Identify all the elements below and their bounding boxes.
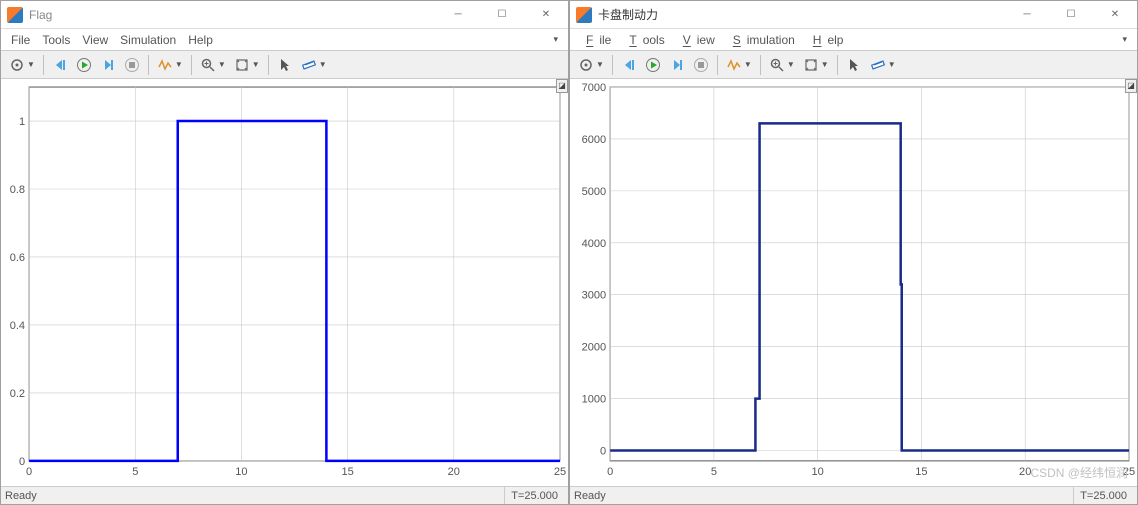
config-button[interactable]: ▼	[6, 54, 38, 76]
plot-svg: 0 5 10 15 20 25 0 1000 2000 3000 4000 5000 6000 7000	[570, 79, 1137, 486]
svg-text:10: 10	[812, 466, 824, 478]
dock-icon[interactable]: ◪	[1125, 79, 1137, 93]
status-ready: Ready	[574, 490, 606, 502]
window-title: 卡盘制动力	[598, 6, 1005, 23]
svg-text:0: 0	[26, 466, 32, 478]
plot-svg: 0 5 10 15 20 25 0 0.2 0.4 0.6 0.8 1	[1, 79, 568, 486]
window-title: Flag	[29, 8, 436, 22]
menu-view[interactable]: View	[671, 31, 721, 49]
svg-text:5: 5	[711, 466, 717, 478]
menu-simulation[interactable]: Simulation	[114, 31, 182, 49]
step-forward-button[interactable]	[666, 54, 688, 76]
svg-text:1000: 1000	[582, 394, 607, 406]
close-button[interactable]: ✕	[524, 1, 568, 29]
autoscale-button[interactable]: ▼	[800, 54, 832, 76]
signals-button[interactable]: ▼	[723, 54, 755, 76]
svg-text:20: 20	[1019, 466, 1031, 478]
app-icon	[7, 7, 23, 23]
dock-icon[interactable]: ◪	[556, 79, 568, 93]
autoscale-button[interactable]: ▼	[231, 54, 263, 76]
zoom-button[interactable]: ▼	[197, 54, 229, 76]
zoom-button[interactable]: ▼	[766, 54, 798, 76]
svg-text:10: 10	[235, 466, 247, 478]
app-icon	[576, 7, 592, 23]
run-button[interactable]	[73, 54, 95, 76]
svg-text:3000: 3000	[582, 290, 607, 302]
toolbar: ▼ ▼ ▼ ▼ ▼	[570, 51, 1137, 79]
menu-help[interactable]: Help	[801, 31, 850, 49]
svg-text:0: 0	[607, 466, 613, 478]
status-ready: Ready	[5, 490, 37, 502]
measurements-button[interactable]: ▼	[867, 54, 899, 76]
scope-window-flag: Flag ─ ☐ ✕ File Tools View Simulation He…	[0, 0, 569, 505]
step-back-button[interactable]	[49, 54, 71, 76]
titlebar[interactable]: Flag ─ ☐ ✕	[1, 1, 568, 29]
stop-button[interactable]	[690, 54, 712, 76]
statusbar: Ready T=25.000	[570, 486, 1137, 504]
svg-text:6000: 6000	[582, 134, 607, 146]
close-button[interactable]: ✕	[1093, 1, 1137, 29]
toolbar: ▼ ▼ ▼ ▼ ▼	[1, 51, 568, 79]
menu-view[interactable]: View	[76, 31, 114, 49]
svg-text:5000: 5000	[582, 186, 607, 198]
minimize-button[interactable]: ─	[1005, 1, 1049, 29]
menu-tools[interactable]: Tools	[617, 31, 670, 49]
svg-text:25: 25	[554, 466, 566, 478]
run-button[interactable]	[642, 54, 664, 76]
svg-text:0.2: 0.2	[10, 388, 25, 400]
maximize-button[interactable]: ☐	[480, 1, 524, 29]
menubar: File Tools View Simulation Help ▾	[1, 29, 568, 51]
svg-text:1: 1	[19, 116, 25, 128]
stop-button[interactable]	[121, 54, 143, 76]
status-time: T=25.000	[504, 487, 564, 504]
minimize-button[interactable]: ─	[436, 1, 480, 29]
status-time: T=25.000	[1073, 487, 1133, 504]
menu-file[interactable]: File	[5, 31, 36, 49]
scope-window-brake: 卡盘制动力 ─ ☐ ✕ File Tools View Simulation H…	[569, 0, 1138, 505]
cursor-button[interactable]	[843, 54, 865, 76]
svg-text:15: 15	[341, 466, 353, 478]
plot-area[interactable]: ◪ 0 5 10 15 20 25 0 1000 2000 3000 4000 5000 6000 700…	[570, 79, 1137, 486]
menu-file[interactable]: File	[574, 31, 617, 49]
signals-button[interactable]: ▼	[154, 54, 186, 76]
menu-overflow-icon[interactable]: ▾	[1116, 32, 1133, 47]
svg-text:0.4: 0.4	[10, 320, 25, 332]
svg-text:2000: 2000	[582, 342, 607, 354]
menu-overflow-icon[interactable]: ▾	[547, 32, 564, 47]
svg-text:5: 5	[132, 466, 138, 478]
menu-tools[interactable]: Tools	[36, 31, 76, 49]
svg-text:15: 15	[915, 466, 927, 478]
svg-text:7000: 7000	[582, 82, 607, 94]
step-forward-button[interactable]	[97, 54, 119, 76]
svg-text:0: 0	[600, 446, 606, 458]
svg-text:25: 25	[1123, 466, 1135, 478]
statusbar: Ready T=25.000	[1, 486, 568, 504]
measurements-button[interactable]: ▼	[298, 54, 330, 76]
maximize-button[interactable]: ☐	[1049, 1, 1093, 29]
svg-text:20: 20	[448, 466, 460, 478]
menu-simulation[interactable]: Simulation	[721, 31, 801, 49]
svg-text:4000: 4000	[582, 238, 607, 250]
step-back-button[interactable]	[618, 54, 640, 76]
menubar: File Tools View Simulation Help ▾	[570, 29, 1137, 51]
cursor-button[interactable]	[274, 54, 296, 76]
svg-text:0: 0	[19, 456, 25, 468]
titlebar[interactable]: 卡盘制动力 ─ ☐ ✕	[570, 1, 1137, 29]
svg-text:0.8: 0.8	[10, 184, 25, 196]
menu-help[interactable]: Help	[182, 31, 219, 49]
svg-text:0.6: 0.6	[10, 252, 25, 264]
plot-area[interactable]: ◪ 0 5 10 15 20 25 0 0.2 0.4 0.6 0.8 1	[1, 79, 568, 486]
config-button[interactable]: ▼	[575, 54, 607, 76]
